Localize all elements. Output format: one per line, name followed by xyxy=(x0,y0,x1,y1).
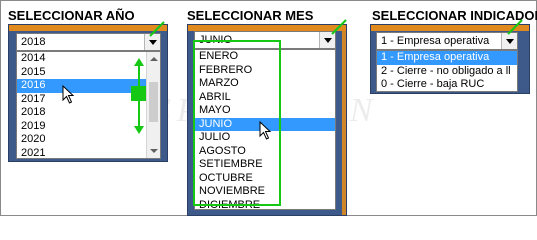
year-combobox[interactable]: 2018 xyxy=(16,33,161,51)
mouse-pointer-icon xyxy=(259,121,272,140)
year-scrollbar[interactable] xyxy=(146,52,160,158)
scroll-down-arrow-icon[interactable] xyxy=(150,149,158,153)
chevron-down-icon xyxy=(324,38,332,43)
year-list-item[interactable]: 2020 xyxy=(17,133,160,147)
mouse-pointer-icon xyxy=(62,85,75,104)
panel-accent-side xyxy=(342,31,346,215)
month-section-title: SELECCIONAR MES xyxy=(187,8,314,23)
indicator-list-item[interactable]: 0 - Cierre - baja RUC xyxy=(377,78,517,91)
chevron-down-icon xyxy=(149,40,157,45)
indicator-list-item[interactable]: 1 - Empresa operativa xyxy=(377,51,517,65)
scroll-thumb-highlight xyxy=(131,86,146,101)
pointer-arrow-annotation xyxy=(149,21,165,37)
arrow-down-indicator xyxy=(134,126,144,134)
indicator-listbox[interactable]: 1 - Empresa operativa 2 - Cierre - no obl… xyxy=(376,50,518,92)
indicator-combobox[interactable]: 1 - Empresa operativa xyxy=(376,32,518,50)
scroll-up-arrow-icon[interactable] xyxy=(150,57,158,61)
indicator-list-item[interactable]: 2 - Cierre - no obligado a ll xyxy=(377,65,517,79)
year-section-title: SELECCIONAR AÑO xyxy=(8,8,135,23)
arrow-up-indicator xyxy=(134,58,144,66)
scroll-thumb[interactable] xyxy=(149,82,158,122)
indicator-selected-value: 1 - Empresa operativa xyxy=(381,35,490,47)
pointer-arrow-annotation xyxy=(331,19,347,35)
chevron-down-icon xyxy=(506,39,514,44)
pointer-arrow-annotation xyxy=(507,19,523,35)
year-selected-value: 2018 xyxy=(21,36,46,48)
panel-accent xyxy=(9,25,167,31)
year-list-item[interactable]: 2021 xyxy=(17,147,160,159)
